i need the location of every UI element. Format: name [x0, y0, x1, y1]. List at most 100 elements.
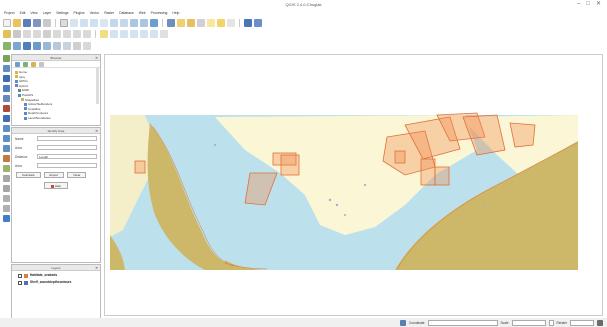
menu-view[interactable]: View [30, 11, 37, 15]
add-vector-layer-icon[interactable] [3, 55, 10, 62]
zoom-last-icon[interactable] [130, 18, 138, 27]
clear-button[interactable]: Clear [67, 172, 87, 178]
new-temp-layer-icon[interactable] [3, 205, 10, 212]
add-delimited-icon[interactable] [73, 41, 81, 50]
label-options-icon[interactable] [160, 29, 168, 38]
add-vector-icon[interactable] [3, 41, 11, 50]
help-button[interactable]: Help [44, 182, 68, 189]
add-raster-layer-icon[interactable] [3, 65, 10, 72]
menu-project[interactable]: Project [4, 11, 15, 15]
show-label-icon[interactable] [120, 29, 128, 38]
save-edits-icon[interactable] [13, 29, 21, 38]
help-icon[interactable] [244, 18, 252, 27]
minimize-button[interactable]: – [577, 1, 580, 7]
move-feature-icon[interactable] [33, 29, 41, 38]
close-icon[interactable]: ✕ [95, 55, 98, 61]
menu-settings[interactable]: Settings [56, 11, 68, 15]
measure-icon[interactable] [197, 18, 205, 27]
map-canvas[interactable] [104, 54, 603, 316]
print-composer-icon[interactable] [43, 18, 51, 27]
menu-web[interactable]: Web [139, 11, 146, 15]
menu-plugins[interactable]: Plugins [73, 11, 84, 15]
refresh-icon[interactable] [15, 61, 20, 67]
export-button[interactable]: Export [43, 172, 65, 178]
menu-processing[interactable]: Processing [151, 11, 168, 15]
epsg-button[interactable] [570, 319, 594, 326]
zoom-layer-icon[interactable] [120, 18, 128, 27]
layer-checkbox[interactable] [18, 280, 22, 285]
collapse-icon[interactable] [39, 61, 44, 67]
whats-this-icon[interactable] [254, 18, 262, 27]
area-input[interactable] [37, 163, 97, 168]
add-selected-icon[interactable] [23, 61, 28, 67]
zoom-actual-icon[interactable] [100, 18, 108, 27]
add-delimited-layer-icon[interactable] [3, 155, 10, 162]
area-field[interactable] [37, 145, 97, 150]
close-icon[interactable]: ✕ [95, 265, 98, 271]
menu-help[interactable]: Help [172, 11, 179, 15]
pin-label-icon[interactable] [110, 29, 118, 38]
add-wms-icon[interactable] [43, 41, 51, 50]
paste-icon[interactable] [83, 29, 91, 38]
menu-database[interactable]: Database [119, 11, 134, 15]
zoom-full-icon[interactable] [110, 18, 118, 27]
open-project-icon[interactable] [13, 18, 21, 27]
node-tool-icon[interactable] [43, 29, 51, 38]
layer-item[interactable]: Habitats_seabeds [12, 271, 100, 278]
menu-vector[interactable]: Vector [90, 11, 100, 15]
rotate-label-icon[interactable] [140, 29, 148, 38]
add-postgis-icon[interactable] [23, 41, 31, 50]
scale-field[interactable] [511, 319, 546, 326]
identify-icon[interactable] [167, 18, 175, 27]
label-tool-icon[interactable] [100, 29, 108, 38]
new-project-icon[interactable] [3, 18, 11, 27]
move-label-icon[interactable] [130, 29, 138, 38]
cut-icon[interactable] [63, 29, 71, 38]
add-feature-icon[interactable] [23, 29, 31, 38]
render-checkbox[interactable] [548, 319, 554, 326]
messages-icon[interactable] [597, 319, 603, 326]
zoom-next-icon[interactable] [140, 18, 148, 27]
layer-checkbox[interactable] [18, 273, 22, 278]
add-wfs-layer-icon[interactable] [3, 145, 10, 152]
new-shapefile-icon[interactable] [3, 175, 10, 182]
deselect-icon[interactable] [187, 18, 195, 27]
filter-icon[interactable] [31, 61, 36, 67]
virtual-layer-icon[interactable] [3, 215, 10, 222]
edit-pencil-icon[interactable] [3, 29, 11, 38]
browser-scrollbar[interactable] [96, 68, 99, 104]
add-wfs-icon[interactable] [63, 41, 71, 50]
add-mssql-layer-icon[interactable] [3, 95, 10, 102]
close-button[interactable]: ✕ [596, 1, 601, 7]
add-wms-layer-icon[interactable] [3, 125, 10, 132]
name-field[interactable] [37, 136, 97, 141]
annotation-icon[interactable] [207, 18, 215, 27]
layer-item[interactable]: Shelf_sounddepthcontours [12, 278, 100, 285]
new-layer-icon[interactable] [83, 41, 91, 50]
menu-edit[interactable]: Edit [20, 11, 26, 15]
save-project-icon[interactable] [23, 18, 31, 27]
maximize-button[interactable]: □ [586, 1, 590, 7]
distance-select[interactable]: Length [37, 154, 97, 159]
tree-item[interactable]: Land Boundaries [15, 116, 97, 121]
calculate-button[interactable]: Calculate [16, 172, 41, 178]
save-as-icon[interactable] [33, 18, 41, 27]
zoom-out-icon[interactable] [90, 18, 98, 27]
bookmark-icon[interactable] [227, 18, 235, 27]
pan-selection-icon[interactable] [70, 18, 78, 27]
close-icon[interactable]: ✕ [95, 128, 98, 134]
add-gpx-layer-icon[interactable] [3, 165, 10, 172]
coordinate-toggle-icon[interactable] [399, 319, 406, 326]
add-db2-layer-icon[interactable] [3, 115, 10, 122]
menu-layer[interactable]: Layer [43, 11, 51, 15]
pan-icon[interactable] [60, 18, 68, 27]
add-wcs-layer-icon[interactable] [3, 135, 10, 142]
map-tips-icon[interactable] [217, 18, 225, 27]
new-gpx-icon[interactable] [3, 195, 10, 202]
delete-selected-icon[interactable] [53, 29, 61, 38]
add-oracle-layer-icon[interactable] [3, 105, 10, 112]
refresh-icon[interactable] [150, 18, 158, 27]
copy-icon[interactable] [73, 29, 81, 38]
add-postgis-layer-icon[interactable] [3, 75, 10, 82]
add-wcs-icon[interactable] [53, 41, 61, 50]
